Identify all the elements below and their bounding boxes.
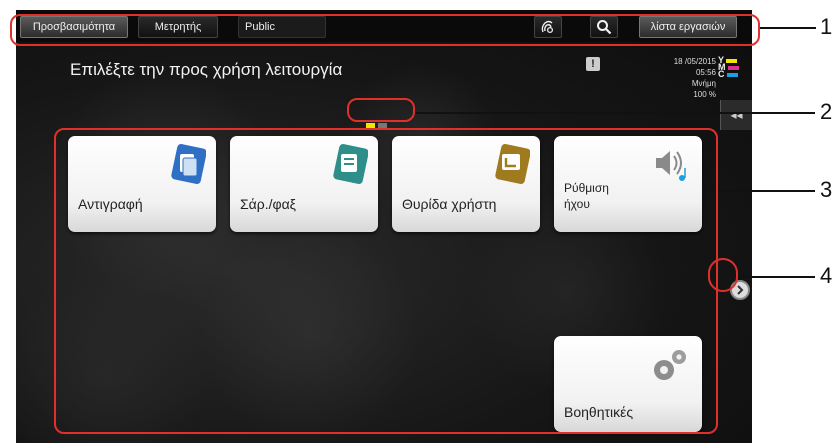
tile-user-box-label: Θυρίδα χρήστη	[402, 196, 497, 212]
tile-utility[interactable]: Βοηθητικές	[554, 336, 702, 432]
date-text: 18 /05/2015	[673, 57, 716, 66]
callout-line-3	[718, 190, 815, 192]
scan-fax-icon	[333, 144, 368, 184]
callout-line-1	[760, 27, 816, 29]
top-bar: Προσβασιμότητα Μετρητής Public λίστα εργ…	[16, 10, 752, 42]
nfc-touch-button[interactable]	[534, 16, 562, 38]
status-info: 18 /05/2015 05:56 Μνήμη 100 %	[628, 56, 716, 100]
callout-line-4	[738, 276, 815, 278]
memory-label: Μνήμη	[691, 79, 716, 88]
tile-sound-settings-text: Ρύθμιση ήχου	[564, 181, 609, 211]
tile-user-box[interactable]: Θυρίδα χρήστη	[392, 136, 540, 232]
page-title: Επιλέξτε την προς χρήση λειτουργία	[70, 60, 343, 79]
toner-c-bar	[726, 72, 738, 77]
tile-copy-label: Αντιγραφή	[78, 196, 143, 212]
page-dot-inactive	[377, 122, 387, 130]
job-list-button[interactable]: λίστα εργασιών	[639, 16, 737, 38]
next-page-button[interactable]	[730, 280, 750, 300]
copy-icon	[171, 144, 206, 184]
page-indicator	[363, 120, 389, 132]
callout-number-4: 4	[820, 263, 833, 288]
tile-scan-fax-label: Σάρ./φαξ	[240, 196, 296, 212]
callout-line-2	[415, 112, 815, 114]
warning-icon[interactable]: !	[586, 57, 600, 71]
callout-number-2: 2	[820, 99, 833, 124]
search-button[interactable]	[590, 16, 618, 38]
sound-icon	[656, 151, 686, 181]
nfc-touch-icon	[541, 20, 554, 34]
chevron-right-icon	[737, 285, 744, 295]
search-icon	[597, 20, 612, 35]
utility-gear-icon	[654, 350, 686, 380]
user-login-button[interactable]: Public	[238, 16, 326, 38]
tile-utility-label: Βοηθητικές	[564, 404, 640, 420]
tile-scan-fax[interactable]: Σάρ./φαξ	[230, 136, 378, 232]
panel-screen: Προσβασιμότητα Μετρητής Public λίστα εργ…	[16, 10, 752, 443]
accessibility-button[interactable]: Προσβασιμότητα	[20, 16, 128, 38]
callout-number-3: 3	[820, 177, 833, 202]
tile-utility-text: Βοηθητικές	[564, 404, 634, 420]
tile-sound-settings-label: Ρύθμιση ήχου	[564, 180, 634, 212]
toner-y-bar	[726, 58, 738, 63]
side-collapse-tab[interactable]: ◂◂	[720, 100, 752, 130]
toner-c-label: C	[718, 69, 725, 79]
page-dot-active	[365, 122, 375, 130]
tile-copy[interactable]: Αντιγραφή	[68, 136, 216, 232]
counter-button[interactable]: Μετρητής	[138, 16, 218, 38]
tile-sound-settings[interactable]: Ρύθμιση ήχου	[554, 136, 702, 232]
memory-value: 100 %	[693, 90, 716, 99]
time-text: 05:56	[695, 68, 716, 77]
toner-m-bar	[727, 65, 739, 70]
callout-number-1: 1	[820, 14, 833, 39]
user-box-icon	[495, 144, 530, 184]
toner-indicator: Y M C	[718, 56, 748, 79]
